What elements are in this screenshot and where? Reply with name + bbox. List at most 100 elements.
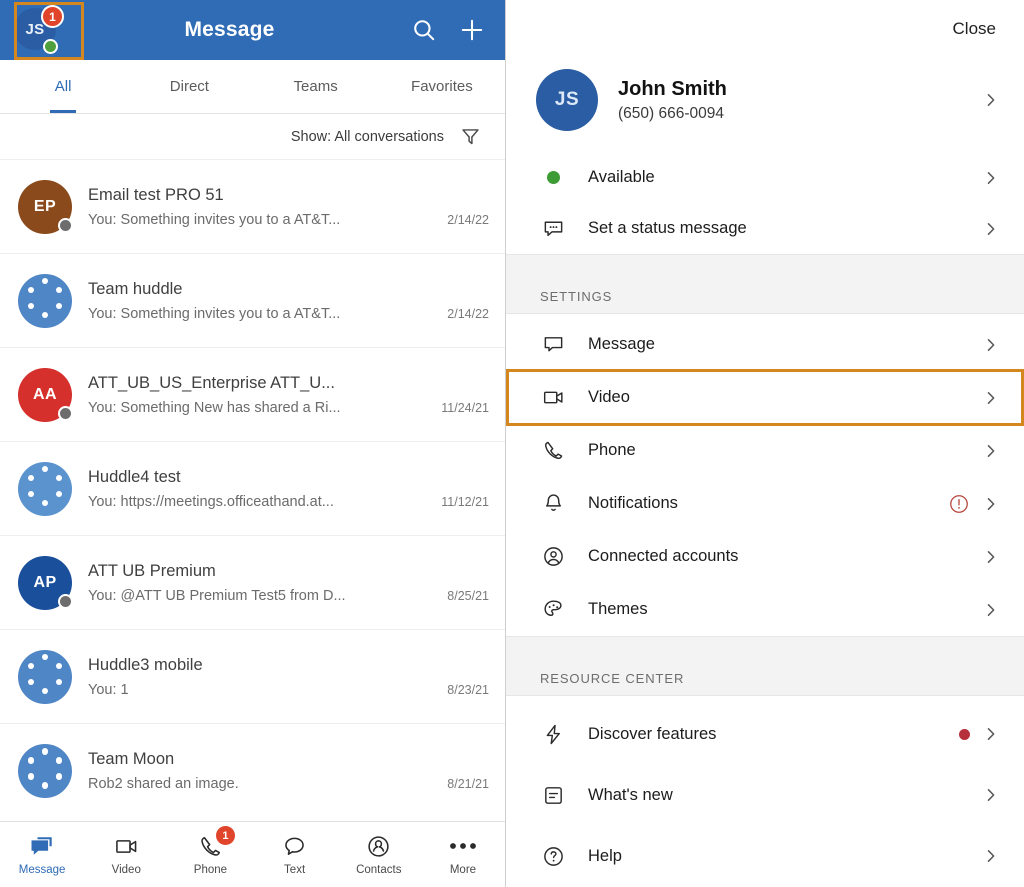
row-right — [984, 849, 998, 863]
chevron-right-icon — [984, 444, 998, 458]
settings-row-connected-accounts[interactable]: Connected accounts — [506, 530, 1024, 584]
settings-row-label: Message — [588, 335, 655, 354]
team-avatar-icon — [18, 273, 72, 328]
settings-row-notifications[interactable]: Notifications — [506, 477, 1024, 531]
close-button[interactable]: Close — [953, 19, 996, 39]
nav-item-label: Message — [18, 864, 66, 876]
palette-icon — [540, 598, 566, 621]
conversation-title: Huddle4 test — [88, 467, 181, 486]
chevron-right-icon — [984, 727, 998, 741]
settings-row-discover-features[interactable]: Discover features — [506, 703, 1024, 765]
nav-item-more[interactable]: More — [421, 833, 505, 876]
nav-item-label: Phone — [193, 864, 228, 876]
conversation-item[interactable]: Huddle3 mobile You: 1 8/23/21 — [0, 630, 505, 724]
chevron-right-icon — [984, 93, 998, 107]
settings-row-message[interactable]: Message — [506, 318, 1024, 372]
tab-teams[interactable]: Teams — [253, 60, 379, 113]
header-avatar-badge: 1 — [41, 5, 64, 28]
profile-row[interactable]: JS John Smith (650) 666-0094 — [506, 58, 1024, 143]
lightning-bolt-icon — [540, 723, 566, 746]
nav-item-message[interactable]: Message — [0, 833, 84, 876]
conversation-date: 2/14/22 — [447, 306, 489, 321]
nav-item-contacts[interactable]: Contacts — [337, 833, 421, 876]
filter-funnel-icon[interactable] — [460, 126, 481, 147]
conversation-avatar: EP — [18, 179, 73, 234]
conversation-item[interactable]: Team Moon Rob2 shared an image. 8/21/21 — [0, 724, 505, 818]
conversation-title: Huddle3 mobile — [88, 655, 203, 674]
tab-direct-label: Direct — [169, 78, 209, 95]
conversation-snippet: You: Something invites you to a AT&T... — [88, 211, 341, 228]
message-icon — [29, 833, 55, 859]
team-avatar-icon — [18, 744, 72, 798]
nav-item-label: Contacts — [356, 864, 402, 876]
nav-item-text[interactable]: Text — [253, 833, 337, 876]
filter-label[interactable]: Show: All conversations — [291, 129, 444, 145]
status-message-label: Set a status message — [588, 219, 747, 238]
conversation-item[interactable]: AA ATT_UB_US_Enterprise ATT_U... You: Some… — [0, 348, 505, 442]
settings-row-help[interactable]: Help — [506, 825, 1024, 887]
tab-direct[interactable]: Direct — [126, 60, 252, 113]
settings-row-label: Discover features — [588, 724, 717, 743]
settings-row-label: Connected accounts — [588, 547, 739, 566]
conversation-item[interactable]: Huddle4 test You: https://meetings.office… — [0, 442, 505, 536]
resource-section-header: RESOURCE CENTER — [506, 661, 1024, 696]
settings-section-header: SETTINGS — [506, 279, 1024, 315]
plus-icon[interactable] — [459, 17, 485, 43]
settings-row-label: Video — [588, 388, 630, 407]
conversation-avatar — [18, 273, 72, 328]
status-message-row[interactable]: Set a status message — [506, 203, 1024, 255]
conversation-snippet: Rob2 shared an image. — [88, 776, 239, 792]
header-avatar-button[interactable]: JS 1 — [14, 5, 64, 54]
bottom-navigation: Message Video 1 Phone Text Contacts More — [0, 821, 505, 887]
nav-badge: 1 — [215, 826, 235, 845]
settings-row-video[interactable]: Video — [506, 371, 1024, 425]
conversation-item[interactable]: EP Email test PRO 51 You: Something invite… — [0, 160, 505, 254]
tab-favorites-label: Favorites — [411, 78, 473, 95]
conversation-title: Team huddle — [88, 279, 183, 298]
conversation-body: Team Moon Rob2 shared an image. 8/21/21 — [88, 750, 489, 792]
message-list-panel: JS 1 Message All Direct Teams Favorites … — [0, 0, 506, 887]
conversation-date: 2/14/22 — [447, 212, 489, 227]
message-bubble-icon — [540, 333, 566, 356]
conversation-tabs: All Direct Teams Favorites — [0, 60, 505, 114]
conversation-body: Email test PRO 51 You: Something invites … — [88, 186, 489, 228]
conversation-avatar: AP — [18, 555, 73, 610]
search-icon[interactable] — [411, 17, 437, 43]
row-right — [984, 550, 998, 564]
contacts-person-icon — [366, 833, 391, 859]
conversation-list[interactable]: EP Email test PRO 51 You: Something invite… — [0, 160, 505, 821]
chevron-right-icon — [984, 550, 998, 564]
person-circle-icon — [540, 545, 566, 568]
settings-row-themes[interactable]: Themes — [506, 583, 1024, 637]
tab-favorites[interactable]: Favorites — [379, 60, 505, 113]
nav-item-label: Video — [111, 864, 141, 876]
status-message-icon — [540, 217, 566, 240]
status-row[interactable]: Available — [506, 152, 1024, 204]
settings-row-label: Themes — [588, 600, 648, 619]
profile-text: John Smith (650) 666-0094 — [618, 78, 984, 123]
chevron-right-icon — [984, 222, 998, 236]
conversation-item[interactable]: AP ATT UB Premium You: @ATT UB Premium Tes… — [0, 536, 505, 630]
chevron-right-icon — [984, 603, 998, 617]
nav-item-video[interactable]: Video — [84, 833, 168, 876]
settings-row-what-s-new[interactable]: What's new — [506, 764, 1024, 826]
conversation-title: Team Moon — [88, 750, 175, 768]
conversation-body: ATT_UB_US_Enterprise ATT_U... You: Someth… — [88, 374, 489, 416]
row-right — [984, 391, 998, 405]
tab-all[interactable]: All — [0, 60, 126, 113]
conversation-snippet: You: Something New has shared a Ri... — [88, 399, 341, 416]
header-presence-dot — [43, 39, 58, 54]
conversation-snippet: You: Something invites you to a AT&T... — [88, 305, 341, 322]
settings-row-phone[interactable]: Phone — [506, 424, 1024, 478]
settings-row-label: Help — [588, 846, 622, 865]
section-divider — [506, 636, 1024, 662]
team-avatar-icon — [18, 461, 72, 516]
ellipsis-icon — [449, 833, 477, 859]
profile-phone: (650) 666-0094 — [618, 104, 724, 122]
section-divider — [506, 254, 1024, 280]
conversation-item[interactable]: Team huddle You: Something invites you to… — [0, 254, 505, 348]
profile-avatar: JS — [536, 69, 598, 132]
conversation-date: 8/21/21 — [447, 777, 489, 791]
nav-item-phone[interactable]: 1 Phone — [168, 826, 252, 876]
